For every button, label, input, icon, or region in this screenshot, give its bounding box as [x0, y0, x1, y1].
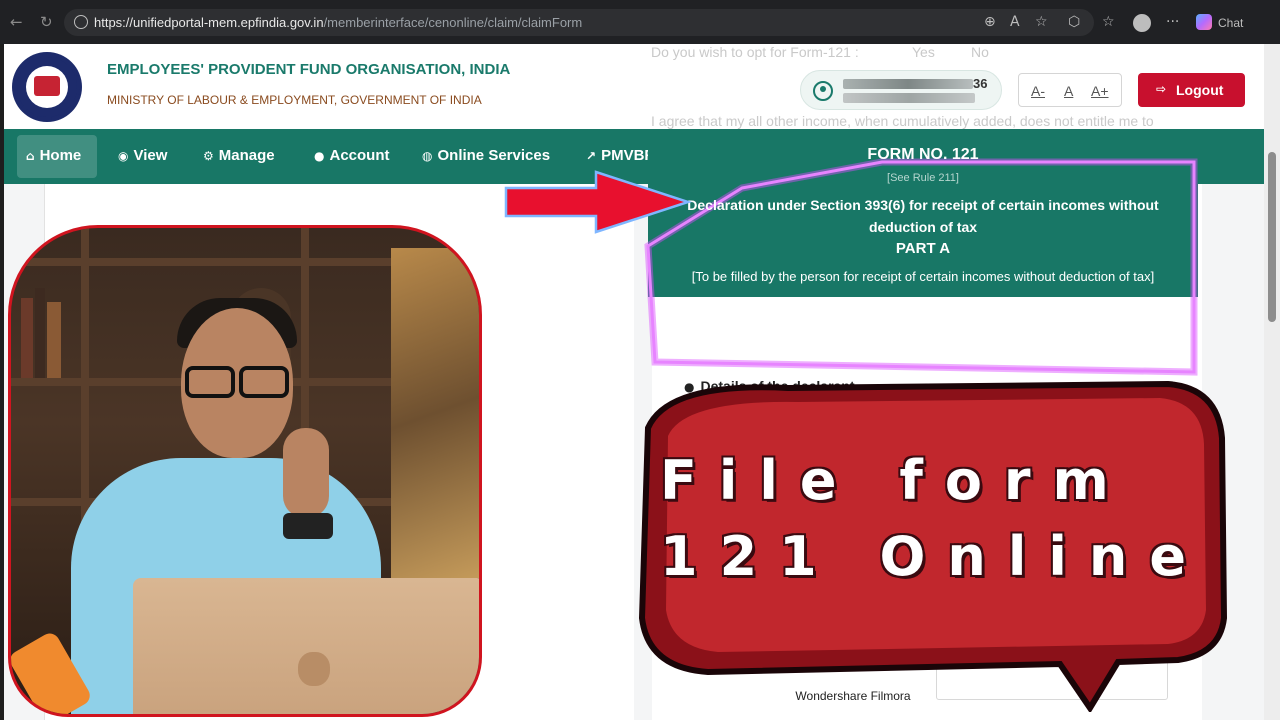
- scrollbar-thumb[interactable]: [1268, 152, 1276, 322]
- presenter-photo: [8, 225, 482, 717]
- see-rule: [See Rule 211]: [887, 172, 959, 184]
- part-heading: PART A: [895, 240, 951, 257]
- bubble-line-1: File form: [660, 449, 1131, 512]
- bubble-headline: File form 121 Online: [660, 443, 1220, 595]
- bubble-line-2: 121 Online: [660, 525, 1208, 588]
- apple-logo-icon: [298, 652, 330, 686]
- red-arrow-icon: [504, 170, 693, 234]
- form-number: FORM NO. 121: [867, 146, 979, 163]
- part-instructions: [To be filled by the person for receipt …: [691, 269, 1155, 284]
- laptop: [133, 578, 479, 714]
- page-scrollbar[interactable]: [1264, 44, 1280, 720]
- declaration-title: Declaration under Section 393(6) for rec…: [687, 197, 1159, 235]
- filmora-watermark: Wondershare Filmora: [782, 684, 924, 708]
